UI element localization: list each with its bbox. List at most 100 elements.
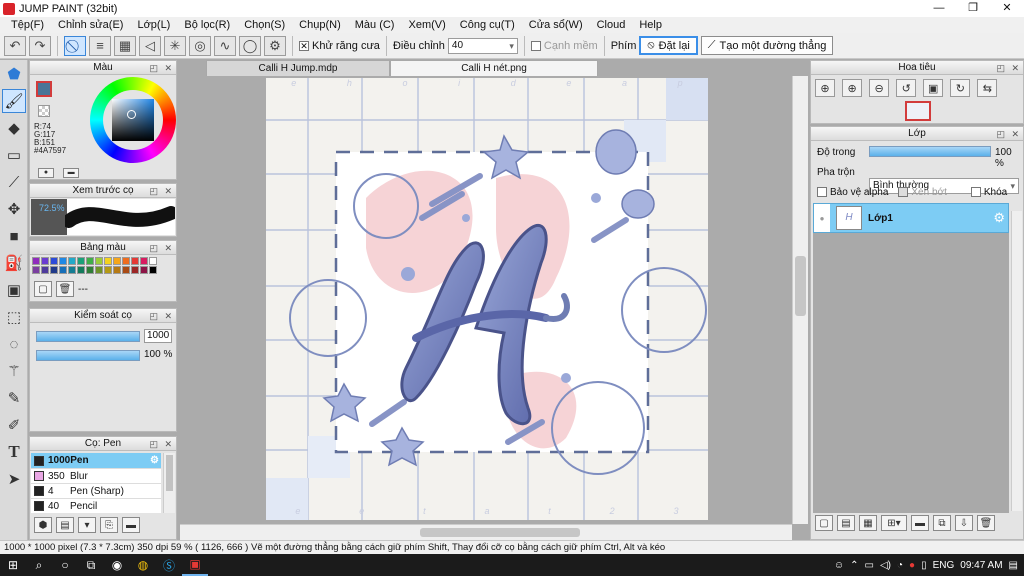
- palette-swatch[interactable]: [122, 257, 130, 265]
- palette-swatch[interactable]: [41, 257, 49, 265]
- palette-swatch[interactable]: [149, 257, 157, 265]
- people-icon[interactable]: ☺: [834, 560, 844, 571]
- clipping-checkbox[interactable]: [898, 187, 909, 198]
- ruler-off-button[interactable]: ⃠: [64, 35, 86, 56]
- wifi-icon[interactable]: ◔: [897, 560, 903, 571]
- zoom-out-button[interactable]: ⊖: [869, 79, 890, 97]
- smooth-edge-checkbox[interactable]: [530, 40, 541, 51]
- palette-swatch[interactable]: [86, 266, 94, 274]
- palette-swatch[interactable]: [122, 266, 130, 274]
- panel-float-close-icon[interactable]: ◰ ✕: [149, 310, 174, 323]
- menu-color[interactable]: Màu (C): [348, 19, 402, 31]
- adjust-select[interactable]: 40: [447, 37, 518, 54]
- brush-list-item[interactable]: 40 Pencil: [31, 498, 161, 513]
- windows-start-icon[interactable]: ⊞: [0, 554, 26, 576]
- panel-float-close-icon[interactable]: ◰ ✕: [149, 438, 174, 451]
- brush-opacity-slider[interactable]: [36, 350, 140, 361]
- brush-copy-button[interactable]: ⎘: [100, 517, 118, 533]
- palette-swatch[interactable]: [131, 257, 139, 265]
- brush-list-item[interactable]: 4 Pen (Sharp): [31, 483, 161, 498]
- duplicate-layer-button[interactable]: ⧉: [933, 515, 951, 531]
- bucket-tool[interactable]: ⛽: [2, 251, 26, 275]
- volume-icon[interactable]: ◁): [880, 560, 891, 571]
- layer-list-scrollbar[interactable]: [1011, 211, 1022, 511]
- color-mode-button[interactable]: ●: [38, 167, 54, 178]
- brush-add-button[interactable]: ⬢: [34, 517, 52, 533]
- layer-add-menu-button[interactable]: ⊞▾: [881, 515, 907, 531]
- select-rect-tool[interactable]: ⬚: [2, 305, 26, 329]
- brush-size-slider[interactable]: [36, 331, 140, 342]
- palette-swatch[interactable]: [50, 266, 58, 274]
- panel-float-close-icon[interactable]: ◰ ✕: [149, 242, 174, 255]
- grid-ruler-button[interactable]: ▦: [114, 35, 136, 56]
- brush-new-button[interactable]: ▤: [56, 517, 74, 533]
- panel-float-close-icon[interactable]: ◰ ✕: [149, 185, 174, 198]
- chrome-icon[interactable]: ◍: [130, 554, 156, 576]
- transparent-color-swatch[interactable]: [38, 105, 50, 117]
- concentric-ruler-button[interactable]: ◎: [189, 35, 211, 56]
- palette-swatch[interactable]: [104, 257, 112, 265]
- menu-capture[interactable]: Chụp(N): [292, 19, 348, 31]
- navigator-thumbnail[interactable]: [905, 101, 931, 121]
- skype-icon[interactable]: Ⓢ: [156, 554, 182, 576]
- palette-swatch[interactable]: [104, 266, 112, 274]
- new-layer-button[interactable]: ▢: [815, 515, 833, 531]
- ruler-settings-button[interactable]: ⚙: [264, 35, 286, 56]
- magic-wand-tool[interactable]: ⚚: [2, 359, 26, 383]
- brush-tool[interactable]: 🖌: [2, 89, 26, 113]
- palette-swatch[interactable]: [68, 257, 76, 265]
- smooth-edge-toggle[interactable]: Cạnh mềm: [530, 40, 598, 52]
- menu-tools[interactable]: Công cụ(T): [453, 19, 522, 31]
- rectangle-tool[interactable]: ▭: [2, 143, 26, 167]
- brush-folder-button[interactable]: ▬: [122, 517, 140, 533]
- flip-button[interactable]: ⇆: [977, 79, 998, 97]
- network-icon[interactable]: ▯: [921, 560, 927, 571]
- palette-swatch[interactable]: [41, 266, 49, 274]
- brush-size-value[interactable]: 1000: [144, 329, 172, 343]
- palette-swatch[interactable]: [140, 266, 148, 274]
- brush-settings-icon[interactable]: ⚙: [150, 455, 159, 466]
- layer-row[interactable]: ● H Lớp1 ⚙: [813, 203, 1009, 233]
- cortana-icon[interactable]: ○: [52, 554, 78, 576]
- menu-filter[interactable]: Bộ lọc(R): [177, 19, 237, 31]
- curve-ruler-button[interactable]: ∿: [214, 35, 236, 56]
- tab-calli-h-jump[interactable]: Calli H Jump.mdp: [206, 60, 390, 76]
- app-icon-1[interactable]: ◉: [104, 554, 130, 576]
- palette-swatch[interactable]: [59, 266, 67, 274]
- eraser-tool[interactable]: ◆: [2, 116, 26, 140]
- brush-list-item[interactable]: 1000 Pen ⚙: [31, 453, 161, 468]
- protect-alpha-toggle[interactable]: Bảo vệ alpha: [817, 187, 888, 198]
- task-view-icon[interactable]: ⧉: [78, 554, 104, 576]
- tray-up-icon[interactable]: ⌃: [850, 560, 858, 571]
- select-pen-tool[interactable]: ✎: [2, 386, 26, 410]
- palette-swatch[interactable]: [32, 266, 40, 274]
- panel-float-close-icon[interactable]: ◰ ✕: [996, 62, 1021, 75]
- brush-list-item[interactable]: 350 Blur: [31, 468, 161, 483]
- menu-layer[interactable]: Lớp(L): [130, 19, 177, 31]
- menu-edit[interactable]: Chỉnh sửa(E): [51, 19, 130, 31]
- palette-swatch[interactable]: [32, 257, 40, 265]
- menu-file[interactable]: Tệp(F): [4, 19, 51, 31]
- clipping-toggle[interactable]: Xén bớt: [898, 187, 947, 198]
- notification-icon[interactable]: ▤: [1009, 560, 1018, 571]
- battery-icon[interactable]: ▭: [865, 560, 874, 571]
- palette-swatch[interactable]: [140, 257, 148, 265]
- palette-swatch[interactable]: [95, 266, 103, 274]
- jumppaint-taskbar-icon[interactable]: ▣: [182, 554, 208, 576]
- palette-swatch[interactable]: [59, 257, 67, 265]
- parallel-ruler-button[interactable]: ≡: [89, 35, 111, 56]
- ellipse-ruler-button[interactable]: ◯: [239, 35, 261, 56]
- palette-swatch[interactable]: [50, 257, 58, 265]
- canvas-viewport[interactable]: e h o i d e a p e e t a t 2 3: [180, 76, 792, 524]
- panel-float-close-icon[interactable]: ◰ ✕: [149, 62, 174, 75]
- brush-list-scrollbar[interactable]: [163, 453, 175, 513]
- panel-float-close-icon[interactable]: ◰ ✕: [996, 128, 1021, 141]
- horizontal-scroll-thumb[interactable]: [420, 528, 580, 537]
- operation-tool[interactable]: ➤: [2, 467, 26, 491]
- text-tool[interactable]: T: [2, 440, 26, 464]
- new-halftone-layer-button[interactable]: ▤: [837, 515, 855, 531]
- hue-ring[interactable]: [90, 77, 176, 163]
- antialias-toggle[interactable]: ✕ Khử răng cưa: [299, 40, 380, 52]
- perspective-ruler-button[interactable]: ◁: [139, 35, 161, 56]
- minimize-button[interactable]: —: [922, 0, 956, 17]
